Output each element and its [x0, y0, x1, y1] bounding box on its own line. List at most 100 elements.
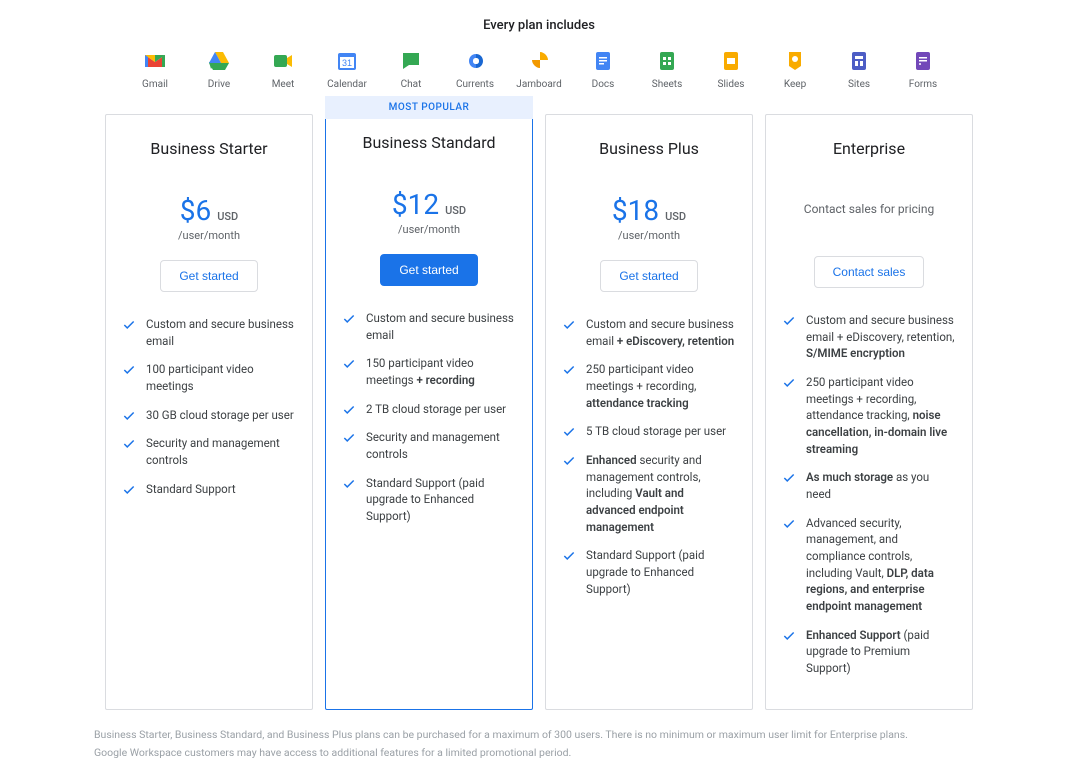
feature-item: 2 TB cloud storage per user — [342, 401, 516, 418]
chat-icon — [399, 49, 423, 73]
app-forms: Forms — [903, 49, 943, 90]
app-docs: Docs — [583, 49, 623, 90]
check-icon — [782, 471, 796, 485]
plans-row: Business Starter $6 USD/user/month Get sta… — [0, 114, 1078, 710]
feature-text: Enhanced Support (paid upgrade to Premiu… — [806, 627, 956, 677]
plan-enterprise: EnterpriseContact sales for pricingConta… — [765, 114, 973, 710]
check-icon — [782, 314, 796, 328]
jamboard-icon — [527, 49, 551, 73]
feature-text: 2 TB cloud storage per user — [366, 401, 506, 418]
currency: USD — [217, 210, 238, 223]
get-started-button[interactable]: Get started — [160, 260, 257, 292]
plan-title: Business Starter — [122, 139, 296, 158]
app-jamboard: Jamboard — [519, 49, 559, 90]
check-icon — [342, 431, 356, 445]
feature-text: Standard Support — [146, 481, 236, 498]
check-icon — [122, 363, 136, 377]
plan-business-starter: Business Starter $6 USD/user/month Get sta… — [105, 114, 313, 710]
feature-item: As much storage as you need — [782, 469, 956, 502]
footnote: Business Starter, Business Standard, and… — [94, 726, 984, 744]
currency: USD — [445, 204, 466, 217]
check-icon — [122, 409, 136, 423]
contact-sales-button[interactable]: Contact sales — [814, 256, 925, 288]
apps-row: GmailDriveMeet31CalendarChatCurrentsJamb… — [0, 49, 1078, 114]
app-label: Sheets — [652, 79, 682, 90]
app-label: Currents — [456, 79, 494, 90]
currents-icon — [463, 49, 487, 73]
feature-item: Security and management controls — [342, 429, 516, 462]
app-sites: Sites — [839, 49, 879, 90]
price-block: $6 USD/user/month — [122, 194, 296, 242]
check-icon — [342, 357, 356, 371]
feature-item: Enhanced security and management control… — [562, 452, 736, 535]
feature-list: Custom and secure business email 100 part… — [122, 316, 296, 497]
feature-item: 250 participant video meetings + recordi… — [562, 361, 736, 411]
feature-item: Security and management controls — [122, 435, 296, 468]
feature-item: 30 GB cloud storage per user — [122, 407, 296, 424]
feature-list: Custom and secure business email 150 part… — [342, 310, 516, 525]
app-keep: Keep — [775, 49, 815, 90]
price: $12 — [392, 188, 439, 221]
check-icon — [782, 376, 796, 390]
feature-text: Custom and secure business email — [366, 310, 516, 343]
currency: USD — [665, 210, 686, 223]
price-per: /user/month — [562, 229, 736, 242]
get-started-button[interactable]: Get started — [600, 260, 697, 292]
forms-icon — [911, 49, 935, 73]
app-label: Docs — [592, 79, 615, 90]
feature-text: 30 GB cloud storage per user — [146, 407, 294, 424]
feature-text: Standard Support (paid upgrade to Enhanc… — [586, 547, 736, 597]
app-sheets: Sheets — [647, 49, 687, 90]
check-icon — [782, 629, 796, 643]
feature-item: 5 TB cloud storage per user — [562, 423, 736, 440]
check-icon — [562, 318, 576, 332]
check-icon — [342, 403, 356, 417]
app-label: Gmail — [142, 79, 168, 90]
feature-text: Security and management controls — [146, 435, 296, 468]
check-icon — [562, 454, 576, 468]
sites-icon — [847, 49, 871, 73]
svg-text:31: 31 — [342, 58, 352, 68]
feature-item: 100 participant video meetings — [122, 361, 296, 394]
feature-text: Enhanced security and management control… — [586, 452, 736, 535]
app-label: Keep — [784, 79, 806, 90]
app-calendar: 31 Calendar — [327, 49, 367, 90]
check-icon — [562, 425, 576, 439]
app-label: Jamboard — [516, 79, 561, 90]
footnote: Google Workspace customers may have acce… — [94, 744, 984, 762]
check-icon — [342, 477, 356, 491]
feature-text: 100 participant video meetings — [146, 361, 296, 394]
app-label: Calendar — [327, 79, 367, 90]
feature-item: Custom and secure business email — [342, 310, 516, 343]
included-header: Every plan includes — [0, 10, 1078, 49]
feature-item: Standard Support — [122, 481, 296, 498]
feature-text: Custom and secure business email + eDisc… — [586, 316, 736, 349]
feature-item: Custom and secure business email + eDisc… — [562, 316, 736, 349]
feature-text: Security and management controls — [366, 429, 516, 462]
plan-title: Business Standard — [342, 133, 516, 152]
popular-badge: MOST POPULAR — [325, 96, 533, 119]
app-currents: Currents — [455, 49, 495, 90]
check-icon — [562, 549, 576, 563]
slides-icon — [719, 49, 743, 73]
feature-text: 150 participant video meetings + recordi… — [366, 355, 516, 388]
feature-list: Custom and secure business email + eDisc… — [562, 316, 736, 597]
feature-text: Custom and secure business email — [146, 316, 296, 349]
plan-title: Enterprise — [782, 139, 956, 158]
calendar-icon: 31 — [335, 49, 359, 73]
check-icon — [122, 437, 136, 451]
gmail-icon — [143, 49, 167, 73]
app-label: Forms — [909, 79, 937, 90]
price-block: $18 USD/user/month — [562, 194, 736, 242]
get-started-button[interactable]: Get started — [380, 254, 477, 286]
sheets-icon — [655, 49, 679, 73]
app-label: Drive — [208, 79, 230, 90]
app-label: Chat — [401, 79, 422, 90]
app-slides: Slides — [711, 49, 751, 90]
footnotes: Business Starter, Business Standard, and… — [0, 710, 1078, 762]
docs-icon — [591, 49, 615, 73]
price-block: $12 USD/user/month — [342, 188, 516, 236]
feature-item: Custom and secure business email + eDisc… — [782, 312, 956, 362]
feature-text: Standard Support (paid upgrade to Enhanc… — [366, 475, 516, 525]
check-icon — [342, 312, 356, 326]
